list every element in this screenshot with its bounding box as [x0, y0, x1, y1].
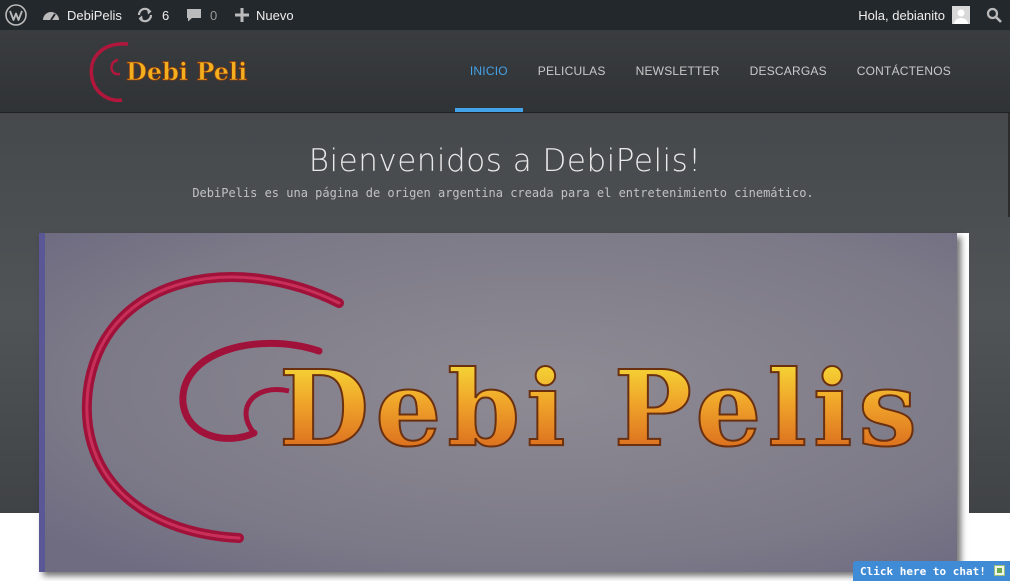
banner-frame: Debi Pelis	[39, 233, 969, 578]
comments-link[interactable]: 0	[186, 0, 217, 30]
page-subtitle: DebiPelis es una página de origen argent…	[192, 186, 814, 200]
greeting-label: Hola, debianito	[858, 7, 945, 23]
new-label: Nuevo	[256, 7, 294, 23]
banner-logo-text: Debi Pelis	[279, 347, 923, 470]
search-icon[interactable]	[986, 0, 1002, 30]
site-name-label: DebiPelis	[67, 7, 122, 23]
page-title: Bienvenidos a DebiPelis!	[308, 143, 702, 179]
refresh-icon	[136, 6, 154, 24]
logo-text: Debi Pelis	[126, 57, 248, 86]
comments-count: 0	[210, 7, 218, 23]
plus-icon	[235, 8, 249, 22]
main-nav: INICIO PELICULAS NEWSLETTER DESCARGAS CO…	[454, 30, 966, 112]
nav-item-inicio[interactable]: INICIO	[454, 30, 523, 112]
site-header: Debi Pelis INICIO PELICULAS NEWSLETTER D…	[0, 30, 1010, 113]
avatar	[952, 6, 970, 24]
chat-status-icon	[994, 565, 1005, 576]
admin-bar: DebiPelis 6 0 Nuevo Hola, debianito	[0, 0, 1010, 30]
updates-link[interactable]: 6	[136, 0, 169, 30]
nav-item-newsletter[interactable]: NEWSLETTER	[621, 30, 735, 112]
updates-count: 6	[162, 7, 170, 23]
chat-button[interactable]: Click here to chat!	[853, 561, 1010, 581]
user-account-link[interactable]: Hola, debianito	[858, 0, 970, 30]
nav-item-peliculas[interactable]: PELICULAS	[523, 30, 621, 112]
site-name-link[interactable]: DebiPelis	[42, 0, 122, 30]
comment-bubble-icon	[186, 7, 202, 23]
banner-image: Debi Pelis	[39, 233, 957, 572]
nav-item-contactenos[interactable]: CONTÁCTENOS	[842, 30, 966, 112]
wordpress-logo-icon[interactable]	[5, 0, 27, 30]
site-logo[interactable]: Debi Pelis	[88, 38, 261, 104]
dashboard-icon	[42, 7, 60, 23]
nav-item-descargas[interactable]: DESCARGAS	[735, 30, 842, 112]
chat-label: Click here to chat!	[860, 564, 986, 578]
new-content-link[interactable]: Nuevo	[235, 0, 294, 30]
